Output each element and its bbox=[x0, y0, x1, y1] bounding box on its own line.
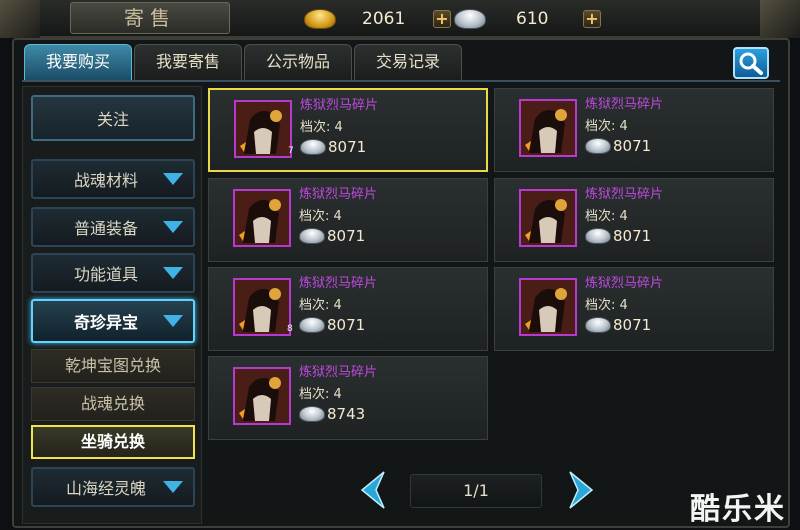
item-price: 8071 bbox=[327, 227, 366, 245]
tab-divider bbox=[22, 80, 780, 82]
add-silver-button[interactable]: + bbox=[583, 10, 601, 28]
silver-ingot-icon bbox=[299, 228, 325, 244]
item-quantity: 8 bbox=[287, 324, 293, 334]
item-grade: 档次: 4 bbox=[299, 298, 342, 313]
item-grade: 档次: 4 bbox=[585, 209, 628, 224]
category-function-items[interactable]: 功能道具 bbox=[31, 253, 195, 293]
category-sidebar: 关注 战魂材料 普通装备 功能道具 奇珍异宝 乾坤宝图兑换 战魂兑换 坐骑兑换 … bbox=[22, 86, 202, 524]
category-shanhai-spirit[interactable]: 山海经灵魄 bbox=[31, 467, 195, 507]
subcategory-mount[interactable]: 坐骑兑换 bbox=[31, 425, 195, 459]
item-card[interactable]: 炼狱烈马碎片 档次: 4 8071 bbox=[494, 88, 774, 172]
item-price: 8071 bbox=[613, 227, 652, 245]
category-rare-treasures[interactable]: 奇珍异宝 bbox=[31, 299, 195, 343]
item-price-row: 8743 bbox=[299, 405, 365, 423]
tab-sell[interactable]: 我要寄售 bbox=[134, 44, 242, 80]
subcategory-battle-soul[interactable]: 战魂兑换 bbox=[31, 387, 195, 421]
item-name: 炼狱烈马碎片 bbox=[299, 276, 378, 291]
corner-ornament bbox=[0, 0, 40, 38]
item-price-row: 8071 bbox=[299, 227, 365, 245]
silver-ingot-icon bbox=[299, 406, 325, 422]
item-card[interactable]: 8 炼狱烈马碎片 档次: 4 8071 bbox=[208, 267, 488, 351]
tab-bar: 我要购买 我要寄售 公示物品 交易记录 bbox=[24, 44, 462, 80]
item-name: 炼狱烈马碎片 bbox=[585, 97, 664, 112]
item-price-row: 8071 bbox=[300, 138, 366, 156]
item-quantity: 7 bbox=[288, 146, 294, 156]
tab-buy[interactable]: 我要购买 bbox=[24, 44, 132, 80]
item-card[interactable]: 炼狱烈马碎片 档次: 4 8071 bbox=[494, 178, 774, 262]
chevron-down-icon bbox=[163, 221, 183, 233]
item-price: 8071 bbox=[328, 138, 367, 156]
silver-ingot-icon bbox=[585, 138, 611, 154]
horse-fragment-icon bbox=[519, 99, 577, 157]
chevron-down-icon bbox=[163, 173, 183, 185]
item-grade: 档次: 4 bbox=[585, 298, 628, 313]
category-label: 山海经灵魄 bbox=[65, 479, 146, 498]
corner-ornament bbox=[760, 0, 800, 38]
item-name: 炼狱烈马碎片 bbox=[585, 187, 664, 202]
tab-trade-history[interactable]: 交易记录 bbox=[354, 44, 462, 80]
gold-amount: 2061 bbox=[362, 9, 406, 29]
tab-public-items[interactable]: 公示物品 bbox=[244, 44, 352, 80]
top-bar: 寄售 2061 + 610 + bbox=[0, 0, 800, 38]
item-name: 炼狱烈马碎片 bbox=[300, 98, 379, 113]
silver-ingot-icon bbox=[585, 228, 611, 244]
category-label: 战魂材料 bbox=[73, 171, 138, 190]
item-card[interactable]: 炼狱烈马碎片 档次: 4 8071 bbox=[208, 178, 488, 262]
item-card[interactable]: 7 炼狱烈马碎片 档次: 4 8071 bbox=[208, 88, 488, 172]
silver-amount: 610 bbox=[516, 9, 549, 29]
item-price-row: 8071 bbox=[585, 137, 651, 155]
item-grade: 档次: 4 bbox=[299, 387, 342, 402]
horse-fragment-icon bbox=[234, 100, 292, 158]
item-grade: 档次: 4 bbox=[299, 209, 342, 224]
item-name: 炼狱烈马碎片 bbox=[585, 276, 664, 291]
gold-ingot-icon bbox=[304, 9, 336, 29]
page-indicator: 1/1 bbox=[410, 474, 542, 508]
item-name: 炼狱烈马碎片 bbox=[299, 365, 378, 380]
item-price: 8071 bbox=[613, 137, 652, 155]
horse-fragment-icon bbox=[233, 189, 291, 247]
horse-fragment-icon bbox=[233, 278, 291, 336]
category-label: 功能道具 bbox=[73, 265, 138, 284]
category-label: 普通装备 bbox=[73, 219, 138, 238]
follow-label: 关注 bbox=[96, 110, 129, 129]
item-grade: 档次: 4 bbox=[300, 120, 343, 135]
category-normal-equipment[interactable]: 普通装备 bbox=[31, 207, 195, 247]
silver-ingot-icon bbox=[454, 9, 486, 29]
chevron-down-icon bbox=[163, 267, 183, 279]
add-gold-button[interactable]: + bbox=[433, 10, 451, 28]
chevron-down-icon bbox=[163, 315, 183, 327]
item-price-row: 8071 bbox=[585, 316, 651, 334]
silver-ingot-icon bbox=[300, 139, 326, 155]
watermark-logo: 酷乐米 bbox=[690, 492, 786, 527]
item-grade: 档次: 4 bbox=[585, 119, 628, 134]
item-price-row: 8071 bbox=[299, 316, 365, 334]
window-title: 寄售 bbox=[70, 2, 230, 34]
item-price: 8743 bbox=[327, 405, 366, 423]
follow-button[interactable]: 关注 bbox=[31, 95, 195, 141]
item-price: 8071 bbox=[327, 316, 366, 334]
category-battle-soul-materials[interactable]: 战魂材料 bbox=[31, 159, 195, 199]
search-button[interactable] bbox=[733, 47, 769, 79]
chevron-down-icon bbox=[163, 481, 183, 493]
item-card[interactable]: 炼狱烈马碎片 档次: 4 8071 bbox=[494, 267, 774, 351]
horse-fragment-icon bbox=[233, 367, 291, 425]
prev-page-button[interactable] bbox=[356, 470, 386, 510]
next-page-button[interactable] bbox=[568, 470, 598, 510]
item-price: 8071 bbox=[613, 316, 652, 334]
subcategory-qiankun-map[interactable]: 乾坤宝图兑换 bbox=[31, 349, 195, 383]
item-card[interactable]: 炼狱烈马碎片 档次: 4 8743 bbox=[208, 356, 488, 440]
horse-fragment-icon bbox=[519, 189, 577, 247]
silver-currency: 610 bbox=[454, 6, 548, 32]
item-name: 炼狱烈马碎片 bbox=[299, 187, 378, 202]
gold-currency: 2061 bbox=[304, 6, 405, 32]
silver-ingot-icon bbox=[299, 317, 325, 333]
item-price-row: 8071 bbox=[585, 227, 651, 245]
search-icon bbox=[739, 52, 763, 75]
horse-fragment-icon bbox=[519, 278, 577, 336]
silver-ingot-icon bbox=[585, 317, 611, 333]
category-label: 奇珍异宝 bbox=[73, 313, 138, 332]
